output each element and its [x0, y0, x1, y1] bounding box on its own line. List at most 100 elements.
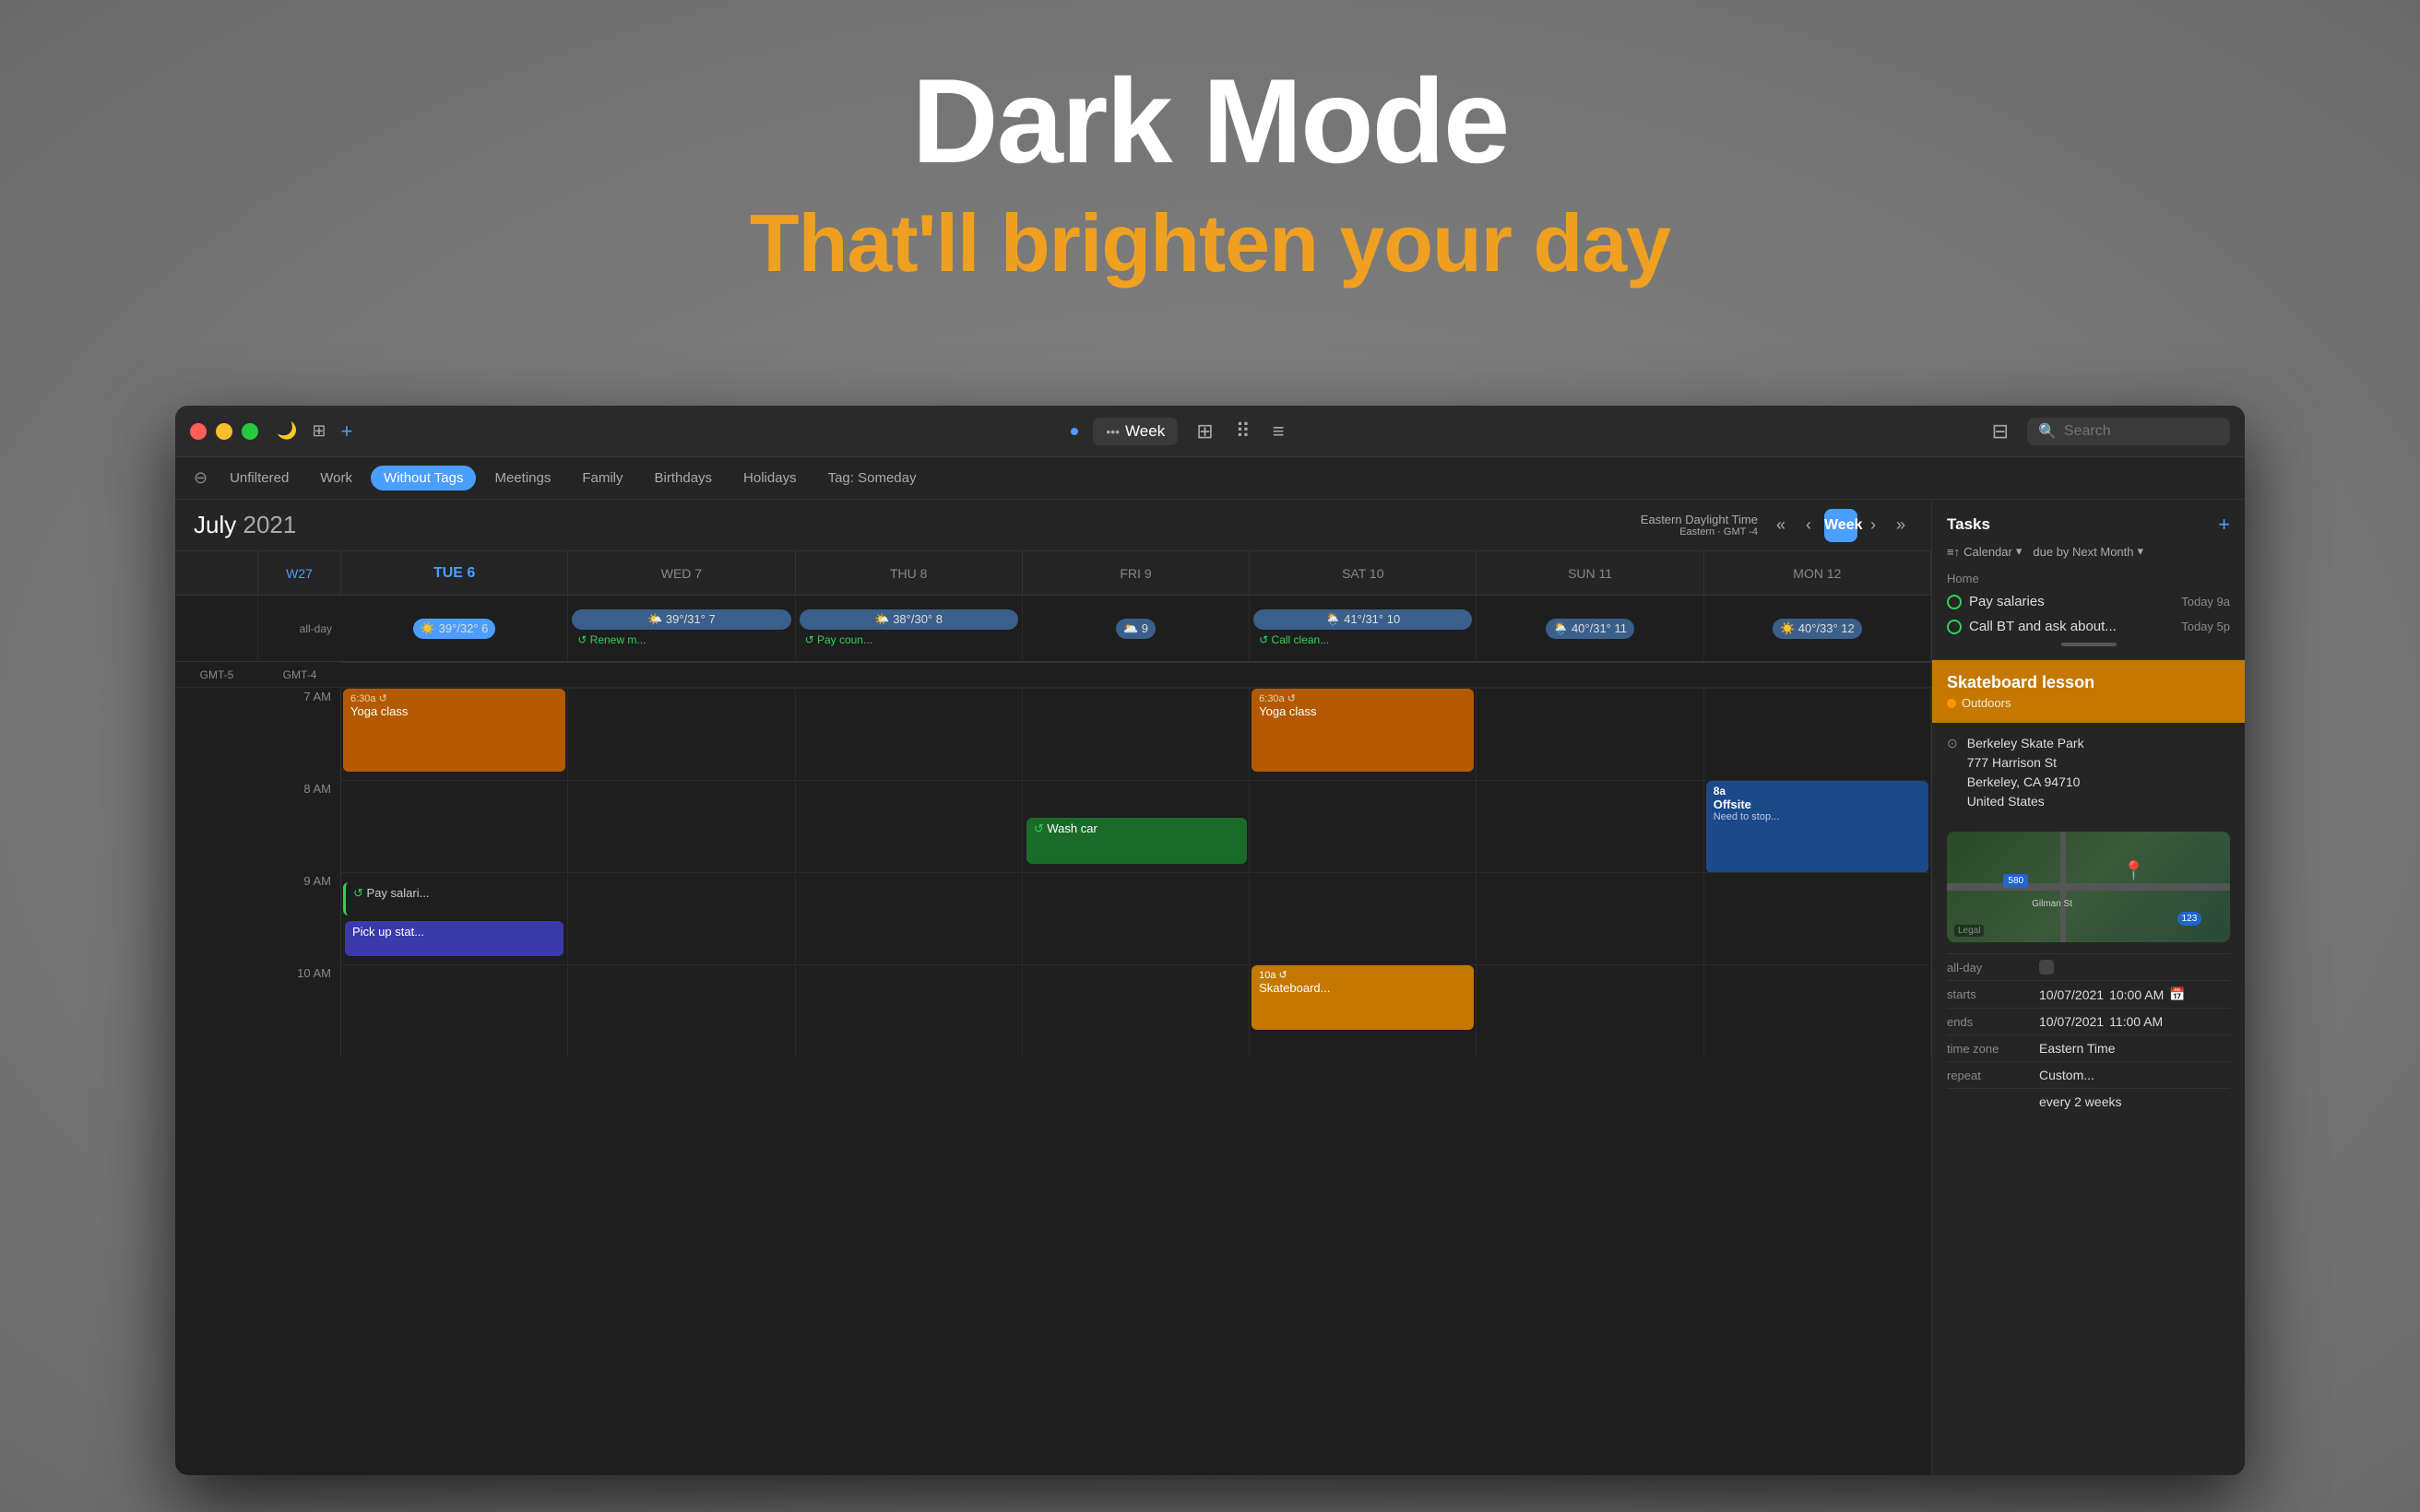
cal-header: July 2021 Eastern Daylight Time Eastern …: [175, 500, 1931, 551]
timecell-sun-7am[interactable]: [1477, 688, 1703, 780]
timecell-sat-10am[interactable]: 10a ↺ Skateboard...: [1250, 964, 1477, 1057]
week-view-button[interactable]: ••• Week: [1093, 418, 1178, 445]
timecell-wed-7am[interactable]: [568, 688, 795, 780]
timecell-mon-7am[interactable]: [1704, 688, 1931, 780]
outdoor-dot: [1947, 699, 1956, 708]
search-bar[interactable]: 🔍: [2027, 418, 2230, 445]
add-icon[interactable]: +: [341, 419, 353, 443]
task-call-text: Call BT and ask about...: [1969, 619, 2117, 634]
minimize-button[interactable]: [216, 423, 232, 440]
allday-event-pay[interactable]: ↺ Pay coun...: [800, 632, 1018, 648]
timecell-sat-9am[interactable]: [1250, 872, 1477, 964]
map-horizontal-road: [1947, 883, 2230, 891]
list-view-button[interactable]: ≡: [1269, 416, 1288, 447]
search-input[interactable]: [2064, 423, 2219, 440]
filter-family[interactable]: Family: [569, 466, 635, 490]
timecell-sat-7am[interactable]: 6:30a ↺ Yoga class: [1250, 688, 1477, 780]
timecell-fri-10am[interactable]: [1023, 964, 1250, 1057]
timecell-mon-9am[interactable]: [1704, 872, 1931, 964]
day-thu-header: THU 8: [796, 551, 1023, 595]
map-pin-icon: 📍: [2122, 859, 2145, 882]
map-thumbnail[interactable]: 580 123 📍 Gilman St Legal: [1947, 832, 2230, 942]
apps-view-button[interactable]: ⠿: [1232, 416, 1254, 447]
filter-tag-someday[interactable]: Tag: Someday: [815, 466, 930, 490]
timecell-sun-10am[interactable]: [1477, 964, 1703, 1057]
day-tue-header: TUE 6: [341, 551, 568, 595]
timecell-sun-9am[interactable]: [1477, 872, 1703, 964]
timecell-sat-8am[interactable]: [1250, 780, 1477, 872]
timecell-tue-9am[interactable]: ↺ Pay salari... Pick up stat...: [341, 872, 568, 964]
titlebar: 🌙 ⊞ + ••• Week ⊞ ⠿ ≡ ⊟ 🔍: [175, 406, 2245, 457]
event-offsite[interactable]: 8a Offsite Need to stop...: [1706, 781, 1928, 873]
map-vertical-road: [2060, 832, 2066, 942]
tasks-controls: ≡↑ Calendar ▾ due by Next Month ▾: [1947, 544, 2230, 559]
event-yoga-sat[interactable]: 6:30a ↺ Yoga class: [1252, 689, 1474, 772]
panel-toggle-button[interactable]: ⊟: [1988, 416, 2012, 447]
timecell-fri-8am[interactable]: ↺ Wash car: [1023, 780, 1250, 872]
filter-holidays[interactable]: Holidays: [730, 466, 810, 490]
timecell-thu-10am[interactable]: [796, 964, 1023, 1057]
event-skateboard[interactable]: 10a ↺ Skateboard...: [1252, 965, 1474, 1030]
timecell-wed-10am[interactable]: [568, 964, 795, 1057]
hero-section: Dark Mode That'll brighten your day: [0, 55, 2420, 290]
titlebar-icons: 🌙 ⊞ +: [277, 419, 352, 443]
allday-checkbox[interactable]: [2039, 960, 2054, 975]
filter-work[interactable]: Work: [307, 466, 365, 490]
event-yoga-tue[interactable]: 6:30a ↺ Yoga class: [343, 689, 565, 772]
filter-meetings[interactable]: Meetings: [481, 466, 563, 490]
cal-first-button[interactable]: «: [1769, 512, 1793, 538]
layout-icon: ⊞: [312, 421, 326, 441]
tasks-panel: Tasks + ≡↑ Calendar ▾ due by Next Month …: [1932, 500, 2245, 660]
event-detail-title: Skateboard lesson: [1947, 673, 2230, 692]
weather-mon: ☀️ 40°/33° 12: [1773, 619, 1862, 639]
day-fri-header: FRI 9: [1023, 551, 1250, 595]
allday-event-renew[interactable]: ↺ Renew m...: [572, 632, 790, 648]
task-item-call[interactable]: Call BT and ask about... Today 5p: [1947, 614, 2230, 639]
tasks-calendar-button[interactable]: ≡↑ Calendar ▾: [1947, 544, 2022, 559]
event-pay-salaries[interactable]: ↺ Pay salari...: [343, 882, 565, 915]
time-local-10am: 10 AM: [258, 964, 341, 1057]
timecell-sun-8am[interactable]: [1477, 780, 1703, 872]
grid-view-button[interactable]: ⊞: [1192, 416, 1216, 447]
task-call-circle: [1947, 620, 1962, 634]
time-grid[interactable]: 7 AM 6:30a ↺ Yoga class: [175, 688, 1931, 1475]
week-number: W27: [286, 566, 313, 581]
weather-wed: 🌤️ 39°/31° 7: [572, 609, 790, 630]
hero-title: Dark Mode: [0, 55, 2420, 187]
timecell-thu-7am[interactable]: [796, 688, 1023, 780]
timecell-fri-7am[interactable]: [1023, 688, 1250, 780]
allday-event-call[interactable]: ↺ Call clean...: [1253, 632, 1472, 648]
timezone-label: Eastern Daylight Time Eastern · GMT -4: [1641, 513, 1758, 537]
tasks-due-button[interactable]: due by Next Month ▾: [2033, 544, 2143, 559]
cal-next-button[interactable]: ›: [1863, 512, 1883, 538]
timecell-thu-8am[interactable]: [796, 780, 1023, 872]
timecell-mon-8am[interactable]: 8a Offsite Need to stop...: [1704, 780, 1931, 872]
task-item-pay[interactable]: Pay salaries Today 9a: [1947, 589, 2230, 614]
filter-without-tags[interactable]: Without Tags: [371, 466, 476, 490]
day-sun-header: SUN 11: [1477, 551, 1703, 595]
timecell-tue-7am[interactable]: 6:30a ↺ Yoga class: [341, 688, 568, 780]
timecell-fri-9am[interactable]: [1023, 872, 1250, 964]
time-gmt-9am: [175, 964, 258, 1057]
cal-prev-button[interactable]: ‹: [1798, 512, 1819, 538]
timecell-tue-8am[interactable]: [341, 780, 568, 872]
filter-minus-button[interactable]: ⊖: [194, 468, 208, 488]
event-pickup[interactable]: Pick up stat...: [345, 921, 563, 956]
event-wash-car[interactable]: ↺ Wash car: [1026, 818, 1247, 864]
dot-indicator: [1071, 428, 1078, 435]
filter-birthdays[interactable]: Birthdays: [642, 466, 726, 490]
cal-last-button[interactable]: »: [1889, 512, 1913, 538]
tasks-add-button[interactable]: +: [2218, 513, 2230, 537]
app-window: 🌙 ⊞ + ••• Week ⊞ ⠿ ≡ ⊟ 🔍 ⊖ Unfiltered: [175, 406, 2245, 1475]
timecell-wed-8am[interactable]: [568, 780, 795, 872]
close-button[interactable]: [190, 423, 207, 440]
event-detail-panel[interactable]: Skateboard lesson Outdoors ⊙ Berkeley Sk…: [1932, 660, 2245, 1475]
timecell-mon-10am[interactable]: [1704, 964, 1931, 1057]
timecell-tue-10am[interactable]: [341, 964, 568, 1057]
filter-unfiltered[interactable]: Unfiltered: [217, 466, 302, 490]
today-button[interactable]: Week: [1824, 509, 1857, 542]
timecell-wed-9am[interactable]: [568, 872, 795, 964]
maximize-button[interactable]: [242, 423, 258, 440]
timecell-thu-9am[interactable]: [796, 872, 1023, 964]
ends-meta-value: 10/07/2021 11:00 AM: [2039, 1014, 2163, 1029]
